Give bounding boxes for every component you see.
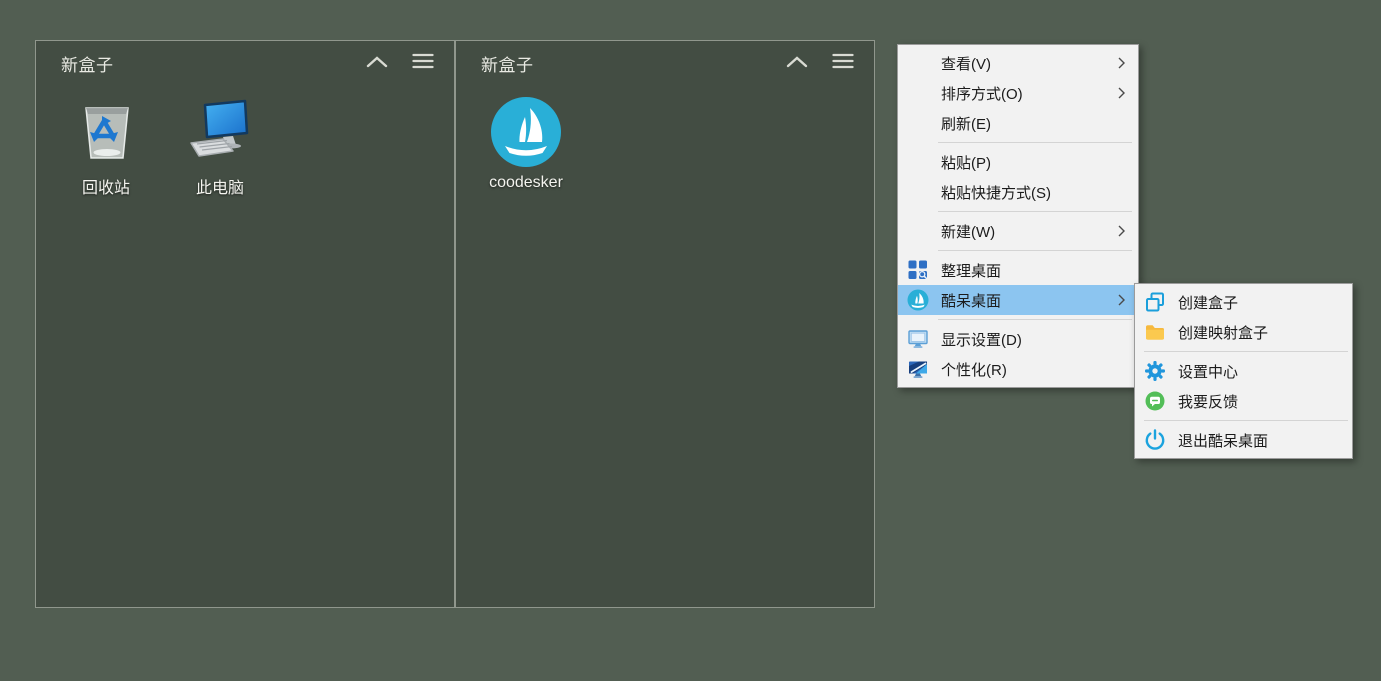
hamburger-menu-icon — [412, 53, 434, 74]
chevron-up-icon — [786, 53, 808, 73]
create-box-icon — [1144, 291, 1166, 313]
menu-item-label: 设置中心 — [1178, 361, 1238, 382]
menu-separator — [938, 211, 1132, 212]
menu-item-paste-shortcut[interactable]: 粘贴快捷方式(S) — [898, 177, 1138, 207]
menu-item-label: 整理桌面 — [941, 260, 1001, 281]
menu-item-label: 个性化(R) — [941, 359, 1007, 380]
desktop-icon-this-pc[interactable]: 此电脑 — [170, 95, 270, 198]
desktop-context-menu: 查看(V) 排序方式(O) 刷新(E) 粘贴(P) 粘贴快捷方式(S) 新建(W… — [897, 44, 1139, 388]
menu-item-label: 退出酷呆桌面 — [1178, 430, 1268, 451]
menu-item-organize-desktop[interactable]: 整理桌面 — [898, 255, 1138, 285]
organize-desktop-icon — [907, 259, 929, 281]
feedback-icon — [1144, 390, 1166, 412]
chevron-up-icon — [366, 53, 388, 73]
menu-separator — [1144, 351, 1348, 352]
submenu-item-exit-coodesker[interactable]: 退出酷呆桌面 — [1135, 425, 1352, 455]
box-title: 新盒子 — [481, 51, 534, 76]
desktop-box-right: 新盒子 coodesk — [455, 40, 875, 608]
submenu-item-settings-center[interactable]: 设置中心 — [1135, 356, 1352, 386]
menu-item-label: 创建盒子 — [1178, 292, 1238, 313]
desktop-box-left: 新盒子 — [35, 40, 455, 608]
submenu-item-create-mapped-box[interactable]: 创建映射盒子 — [1135, 317, 1352, 347]
menu-item-label: 酷呆桌面 — [941, 290, 1001, 311]
menu-separator — [1144, 420, 1348, 421]
menu-item-paste[interactable]: 粘贴(P) — [898, 147, 1138, 177]
submenu-arrow-icon — [1117, 293, 1126, 311]
personalization-icon — [907, 358, 929, 380]
desktop-icon-label: 此电脑 — [196, 174, 244, 198]
submenu-arrow-icon — [1117, 224, 1126, 242]
coodesker-icon — [907, 289, 929, 311]
box-header[interactable]: 新盒子 — [456, 41, 874, 85]
menu-item-view[interactable]: 查看(V) — [898, 48, 1138, 78]
menu-item-label: 粘贴(P) — [941, 152, 991, 173]
menu-item-sort-by[interactable]: 排序方式(O) — [898, 78, 1138, 108]
menu-item-personalize[interactable]: 个性化(R) — [898, 354, 1138, 384]
menu-item-new[interactable]: 新建(W) — [898, 216, 1138, 246]
desktop-icon-coodesker[interactable]: coodesker — [476, 95, 576, 192]
this-pc-icon — [183, 95, 257, 169]
box-menu-button[interactable] — [832, 53, 854, 74]
menu-item-label: 新建(W) — [941, 221, 995, 242]
menu-item-label: 创建映射盒子 — [1178, 322, 1268, 343]
submenu-item-feedback[interactable]: 我要反馈 — [1135, 386, 1352, 416]
hamburger-menu-icon — [832, 53, 854, 74]
menu-item-refresh[interactable]: 刷新(E) — [898, 108, 1138, 138]
menu-item-label: 粘贴快捷方式(S) — [941, 182, 1051, 203]
menu-item-label: 排序方式(O) — [941, 83, 1023, 104]
menu-item-display-settings[interactable]: 显示设置(D) — [898, 324, 1138, 354]
menu-separator — [938, 319, 1132, 320]
menu-item-label: 刷新(E) — [941, 113, 991, 134]
menu-separator — [938, 250, 1132, 251]
desktop-icon-label: coodesker — [489, 174, 563, 192]
power-icon — [1144, 429, 1166, 451]
submenu-arrow-icon — [1117, 86, 1126, 104]
folder-icon — [1144, 321, 1166, 343]
box-header[interactable]: 新盒子 — [36, 41, 454, 85]
collapse-box-button[interactable] — [366, 53, 388, 73]
submenu-arrow-icon — [1117, 56, 1126, 74]
settings-gear-icon — [1144, 360, 1166, 382]
menu-item-label: 我要反馈 — [1178, 391, 1238, 412]
collapse-box-button[interactable] — [786, 53, 808, 73]
menu-item-coodesker[interactable]: 酷呆桌面 — [898, 285, 1138, 315]
desktop-icon-recycle-bin[interactable]: 回收站 — [56, 95, 156, 198]
menu-separator — [938, 142, 1132, 143]
menu-item-label: 显示设置(D) — [941, 329, 1022, 350]
coodesker-submenu: 创建盒子 创建映射盒子 — [1134, 283, 1353, 459]
desktop-icon-label: 回收站 — [82, 174, 130, 198]
recycle-bin-icon — [69, 95, 143, 169]
coodesker-icon — [489, 95, 563, 169]
display-settings-icon — [907, 328, 929, 350]
menu-item-label: 查看(V) — [941, 53, 991, 74]
box-menu-button[interactable] — [412, 53, 434, 74]
box-title: 新盒子 — [61, 51, 114, 76]
submenu-item-create-box[interactable]: 创建盒子 — [1135, 287, 1352, 317]
